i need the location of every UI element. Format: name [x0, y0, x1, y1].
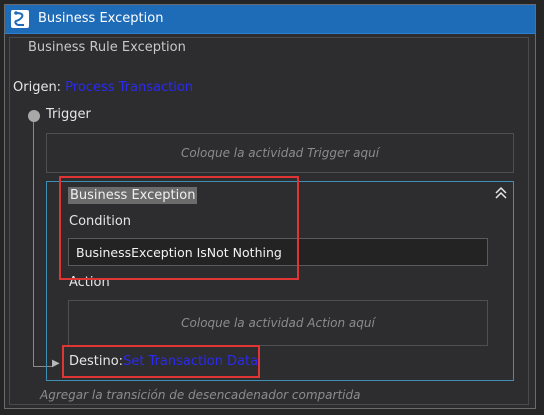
window-title: Business Exception [38, 11, 164, 26]
highlight-box-destination [62, 345, 260, 378]
origin-link[interactable]: Process Transaction [65, 80, 193, 95]
action-drop-zone[interactable]: Coloque la actividad Action aquí [68, 300, 488, 346]
trigger-drop-placeholder: Coloque la actividad Trigger aquí [180, 146, 380, 160]
action-drop-placeholder: Coloque la actividad Action aquí [181, 316, 375, 330]
add-shared-trigger-transition-link[interactable]: Agregar la transición de desencadenador … [40, 388, 360, 402]
origin-row: Origen: Process Transaction [13, 80, 193, 95]
origin-label: Origen: [13, 80, 62, 95]
state-subtitle: Business Rule Exception [28, 40, 186, 55]
trigger-label: Trigger [46, 107, 91, 122]
flow-connector-line [33, 117, 34, 367]
collapse-chevrons-icon[interactable] [493, 185, 509, 201]
highlight-box-condition [59, 176, 299, 280]
title-bar[interactable]: Business Exception [5, 5, 535, 34]
trigger-drop-zone[interactable]: Coloque la actividad Trigger aquí [46, 133, 514, 173]
trigger-node-dot [28, 110, 40, 122]
state-machine-icon [11, 10, 29, 28]
